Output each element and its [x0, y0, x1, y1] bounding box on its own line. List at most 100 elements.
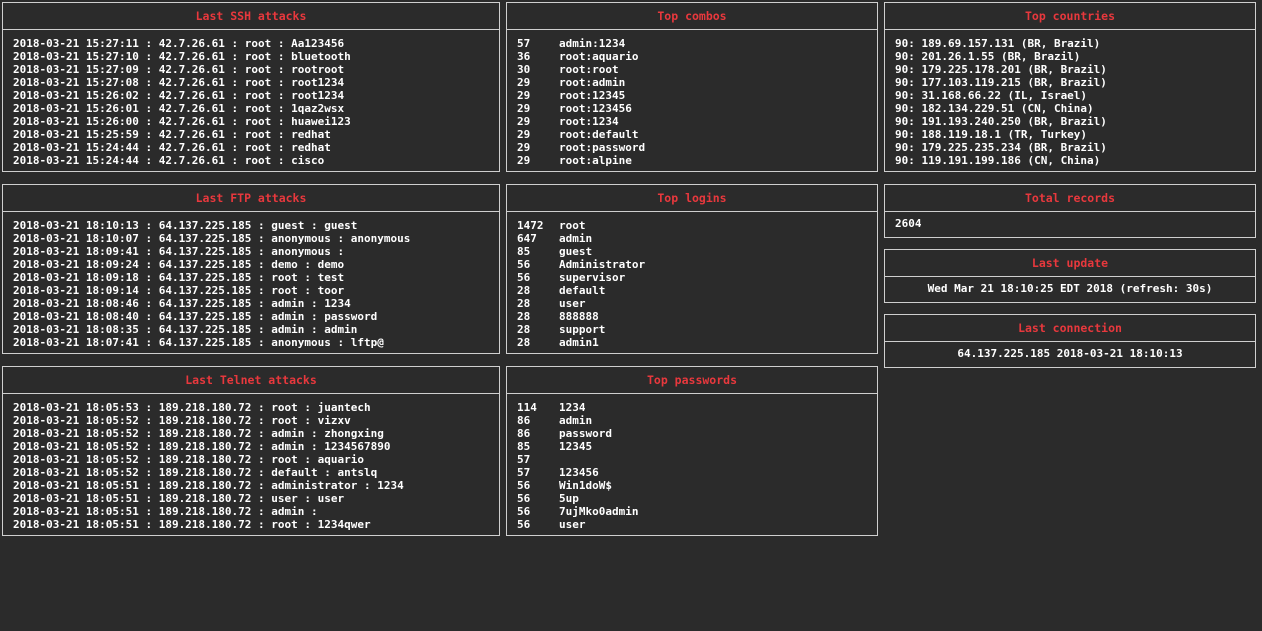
- value: root: [559, 219, 586, 232]
- panel-title: Top countries: [885, 3, 1255, 30]
- list-item: 85 12345: [517, 440, 867, 453]
- last-connection-value: 64.137.225.185 2018-03-21 18:10:13: [957, 347, 1183, 360]
- count: 85: [517, 440, 531, 453]
- list-item: 2018-03-21 15:26:01 : 42.7.26.61 : root …: [13, 102, 345, 115]
- list-item: 2018-03-21 18:05:51 : 189.218.180.72 : a…: [13, 505, 318, 518]
- panel-title: Last Telnet attacks: [3, 367, 499, 394]
- list-item: 2018-03-21 18:05:52 : 189.218.180.72 : a…: [13, 427, 384, 440]
- value: root:aquario: [559, 50, 639, 63]
- count: 56: [517, 479, 531, 492]
- value: root:12345: [559, 89, 626, 102]
- list-item: 2018-03-21 15:26:00 : 42.7.26.61 : root …: [13, 115, 351, 128]
- list-item: 29 root:admin: [517, 76, 867, 89]
- list-item: 86 password: [517, 427, 867, 440]
- list-item: 2018-03-21 18:08:46 : 64.137.225.185 : a…: [13, 297, 351, 310]
- list-item: 29 root:default: [517, 128, 867, 141]
- value: admin: [559, 232, 593, 245]
- list-item: 1472 root: [517, 219, 867, 232]
- logins-list: 1472 root 647 admin 85 guest 56 Administrator 56…: [507, 212, 877, 349]
- list-item: 2018-03-21 18:05:53 : 189.218.180.72 : r…: [13, 401, 371, 414]
- value: 7ujMko0admin: [559, 505, 639, 518]
- list-item: 2018-03-21 18:09:18 : 64.137.225.185 : r…: [13, 271, 345, 284]
- count: 28: [517, 310, 531, 323]
- count: 29: [517, 89, 531, 102]
- value: password: [559, 427, 612, 440]
- value: 5up: [559, 492, 579, 505]
- count: 56: [517, 505, 531, 518]
- list-item: 2018-03-21 18:08:40 : 64.137.225.185 : a…: [13, 310, 378, 323]
- combos-list: 57 admin:1234 36 root:aquario 30 root:root 29 r…: [507, 30, 877, 167]
- top-passwords-panel: Top passwords 114 1234 86 admin 86 password 85…: [506, 366, 878, 536]
- ssh-list: 2018-03-21 15:27:11 : 42.7.26.61 : root …: [3, 30, 499, 167]
- ssh-attacks-panel: Last SSH attacks 2018-03-21 15:27:11 : 4…: [2, 2, 500, 172]
- list-item: 2018-03-21 15:27:11 : 42.7.26.61 : root …: [13, 37, 345, 50]
- count: 30: [517, 63, 531, 76]
- last-update-panel: Last update Wed Mar 21 18:10:25 EDT 2018…: [884, 249, 1256, 303]
- list-item: 56 Win1doW$: [517, 479, 867, 492]
- list-item: 2018-03-21 18:08:35 : 64.137.225.185 : a…: [13, 323, 358, 336]
- value: root:123456: [559, 102, 632, 115]
- value: root:1234: [559, 115, 619, 128]
- list-item: 2018-03-21 15:27:10 : 42.7.26.61 : root …: [13, 50, 351, 63]
- list-item: 2018-03-21 18:09:24 : 64.137.225.185 : d…: [13, 258, 345, 271]
- count: 56: [517, 271, 531, 284]
- list-item: 56 user: [517, 518, 867, 531]
- count: 29: [517, 115, 531, 128]
- list-item: 56 Administrator: [517, 258, 867, 271]
- last-connection-panel: Last connection 64.137.225.185 2018-03-2…: [884, 314, 1256, 368]
- top-logins-panel: Top logins 1472 root 647 admin 85 guest 56 Admi…: [506, 184, 878, 354]
- count: 114: [517, 401, 537, 414]
- count: 57: [517, 37, 531, 50]
- count: 28: [517, 297, 531, 310]
- count: 29: [517, 76, 531, 89]
- list-item: 28 888888: [517, 310, 867, 323]
- list-item: 2018-03-21 18:10:07 : 64.137.225.185 : a…: [13, 232, 411, 245]
- count: 29: [517, 102, 531, 115]
- list-item: 57 123456: [517, 466, 867, 479]
- value: user: [559, 297, 586, 310]
- list-item: 90: 179.225.235.234 (BR, Brazil): [895, 141, 1107, 154]
- list-item: 2018-03-21 15:26:02 : 42.7.26.61 : root …: [13, 89, 345, 102]
- list-item: 28 support: [517, 323, 867, 336]
- list-item: 85 guest: [517, 245, 867, 258]
- telnet-attacks-panel: Last Telnet attacks 2018-03-21 18:05:53 …: [2, 366, 500, 536]
- value: 12345: [559, 440, 593, 453]
- list-item: 29 root:alpine: [517, 154, 867, 167]
- list-item: 2018-03-21 18:05:52 : 189.218.180.72 : r…: [13, 453, 364, 466]
- list-item: 30 root:root: [517, 63, 867, 76]
- list-item: 2018-03-21 15:25:59 : 42.7.26.61 : root …: [13, 128, 331, 141]
- value: Administrator: [559, 258, 646, 271]
- list-item: 36 root:aquario: [517, 50, 867, 63]
- value: root:alpine: [559, 154, 632, 167]
- value: root:admin: [559, 76, 626, 89]
- list-item: 2018-03-21 18:05:51 : 189.218.180.72 : r…: [13, 518, 371, 531]
- list-item: 90: 201.26.1.55 (BR, Brazil): [895, 50, 1081, 63]
- list-item: 86 admin: [517, 414, 867, 427]
- list-item: 2018-03-21 15:27:09 : 42.7.26.61 : root …: [13, 63, 345, 76]
- list-item: 29 root:12345: [517, 89, 867, 102]
- list-item: 647 admin: [517, 232, 867, 245]
- list-item: 29 root:1234: [517, 115, 867, 128]
- value: 1234: [559, 401, 586, 414]
- count: 1472: [517, 219, 544, 232]
- list-item: 90: 189.69.157.131 (BR, Brazil): [895, 37, 1101, 50]
- list-item: 2018-03-21 18:05:52 : 189.218.180.72 : a…: [13, 440, 391, 453]
- list-item: 90: 191.193.240.250 (BR, Brazil): [895, 115, 1107, 128]
- list-item: 2018-03-21 18:05:52 : 189.218.180.72 : d…: [13, 466, 378, 479]
- value: supervisor: [559, 271, 626, 284]
- list-item: 2018-03-21 18:09:14 : 64.137.225.185 : r…: [13, 284, 345, 297]
- value: admin: [559, 414, 593, 427]
- list-item: 29 root:password: [517, 141, 867, 154]
- value: user: [559, 518, 586, 531]
- count: 28: [517, 323, 531, 336]
- list-item: 90: 179.225.178.201 (BR, Brazil): [895, 63, 1107, 76]
- passwords-list: 114 1234 86 admin 86 password 85 12345 57 57 12345…: [507, 394, 877, 531]
- panel-title: Last SSH attacks: [3, 3, 499, 30]
- list-item: 2018-03-21 18:09:41 : 64.137.225.185 : a…: [13, 245, 345, 258]
- list-item: 57 admin:1234: [517, 37, 867, 50]
- value: root:default: [559, 128, 639, 141]
- list-item: 90: 182.134.229.51 (CN, China): [895, 102, 1094, 115]
- list-item: 90: 177.103.119.215 (BR, Brazil): [895, 76, 1107, 89]
- value: default: [559, 284, 606, 297]
- count: 36: [517, 50, 531, 63]
